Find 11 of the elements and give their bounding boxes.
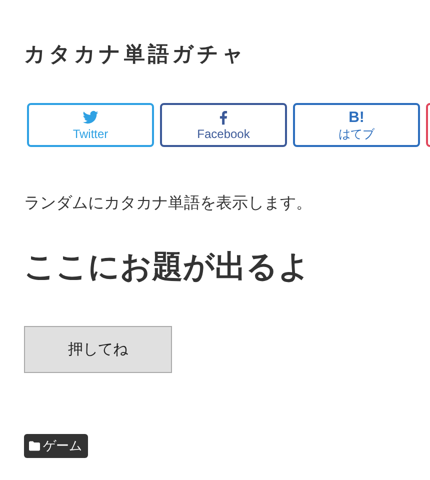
hatena-icon: B! [348,108,364,126]
push-button[interactable]: 押してね [24,326,172,373]
tag-label: ゲーム [43,438,82,455]
bird-icon [82,108,99,126]
category-tag[interactable]: ゲーム [24,434,88,458]
share-button[interactable]: Facebook [160,103,287,147]
result-heading: ここにお題が出るよ [24,248,311,287]
page-title: カタカナ単語ガチャ [24,41,248,68]
description-text: ランダムにカタカナ単語を表示します。 [24,192,313,214]
share-button[interactable]: B! はてブ [293,103,420,147]
folder-icon [29,441,40,451]
